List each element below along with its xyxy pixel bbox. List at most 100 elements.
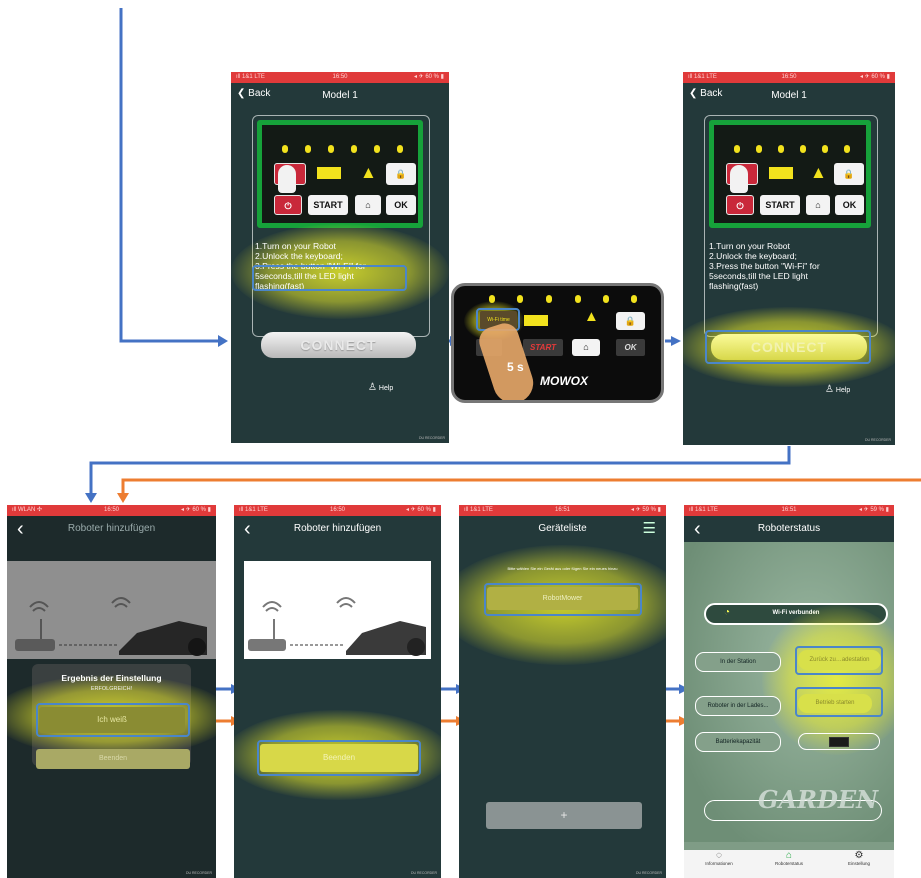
bottom-tab-bar: ◌ Informationen ⌂ Roboterstatus ⚙ Einste… (684, 850, 894, 878)
router-mower-icon (15, 597, 207, 656)
phone-device-list: ıll 1&1 LTE 16:51 ◂ ✈ 59 % ▮ Geräteliste… (459, 505, 666, 878)
flow-arrow-top (119, 8, 220, 343)
user-icon: ♙ (825, 384, 834, 395)
warning-icon: ▲ (360, 163, 377, 182)
status-bar: ıll 1&1 LTE 16:51 ◂ ✈ 59 % ▮ (684, 505, 894, 516)
tab-informationen[interactable]: ◌ Informationen (684, 850, 754, 878)
lock-key[interactable]: 🔒 (834, 163, 864, 185)
battery-indicator: ◂ ✈ 59 % ▮ (858, 507, 889, 513)
instruction-line: 2.Unlock the keyboard; (709, 251, 797, 261)
beenden-highlight-box (257, 740, 421, 776)
power-key[interactable]: ⏻ (274, 195, 302, 215)
start-highlight-box (795, 687, 883, 717)
lock-key[interactable]: 🔒 (386, 163, 416, 185)
help-label: Help (378, 385, 394, 392)
battery-indicator: ◂ ✈ 60 % ▮ (859, 74, 890, 80)
status-bar: ıll 1&1 LTE 16:50 ◂ ✈ 60 % ▮ (231, 72, 449, 83)
page-title: Roboter hinzufügen (293, 523, 382, 534)
robot-keypad-panel: ▲ 🔒 ⏻ START ⌂ OK (709, 120, 871, 228)
device-highlight-box (484, 583, 642, 616)
recorder-watermark: DU RECORDER (635, 871, 662, 875)
battery-level-pill (798, 733, 880, 750)
instruction-line: 2.Unlock the keyboard; (255, 251, 343, 261)
gear-icon: ⚙ (854, 850, 864, 861)
robot-wifi-illustration (7, 561, 216, 659)
robot-keypad-panel: ▲ 🔒 ⏻ START ⌂ OK (257, 120, 423, 228)
pointing-hand-icon (278, 165, 296, 193)
flow-arrow-orange (121, 478, 921, 494)
power-key[interactable]: ⏻ (726, 195, 754, 215)
nav-bar: ‹ Roboter hinzufügen (7, 516, 216, 542)
add-device-button[interactable]: + (486, 802, 642, 829)
dialog-title: Ergebnis der Einstellung (61, 673, 162, 683)
tab-roboterstatus[interactable]: ⌂ Roboterstatus (754, 850, 824, 878)
recorder-watermark: DU RECORDER (185, 871, 212, 875)
keypad-photo: Wi-Fi time ▲ 🔒 START ⌂ OK 5 s MOWOX (451, 283, 664, 403)
phone-robot-status: ıll 1&1 LTE 16:51 ◂ ✈ 59 % ▮ ‹ Roboterst… (684, 505, 894, 878)
nav-bar: ‹ Roboterstatus (684, 516, 894, 542)
battery-indicator: ◂ ✈ 60 % ▮ (405, 507, 436, 513)
lock-key[interactable]: 🔒 (616, 312, 645, 330)
tab-label: Informationen (705, 861, 733, 866)
page-title: Model 1 (322, 90, 358, 101)
ok-key[interactable]: OK (386, 195, 416, 215)
recorder-watermark: DU RECORDER (418, 436, 445, 440)
recorder-watermark: DU RECORDER (410, 871, 437, 875)
home-key[interactable]: ⌂ (572, 339, 600, 356)
phone-add-robot-finish: ıll 1&1 LTE 16:50 ◂ ✈ 60 % ▮ ‹ Roboter h… (234, 505, 441, 878)
connect-highlight-box (705, 330, 871, 364)
in-station-status: In der Station (695, 652, 781, 672)
page-title: Roboter hinzufügen (67, 523, 156, 534)
battery-capacity-label: Batteriekapazität (695, 732, 781, 752)
pointing-hand-icon (730, 165, 748, 193)
nav-bar: ❮ Back Model 1 (231, 83, 449, 109)
home-icon: ⌂ (785, 850, 793, 861)
phone-setup-step2: ıll 1&1 LTE 16:50 ◂ ✈ 60 % ▮ ❮ Back Mode… (683, 72, 895, 445)
start-key[interactable]: START (760, 195, 800, 215)
tab-label: Roboterstatus (774, 861, 803, 866)
press-duration-label: 5 s (507, 360, 524, 374)
help-link[interactable]: ♙ Help (825, 384, 850, 395)
user-icon: ♙ (368, 382, 377, 393)
page-title: Geräteliste (538, 523, 587, 534)
warning-icon: ▲ (810, 163, 827, 182)
beenden-button[interactable]: Beenden (36, 749, 190, 769)
status-bar: ıll 1&1 LTE 16:50 ◂ ✈ 60 % ▮ (683, 72, 895, 83)
ok-key[interactable]: OK (835, 195, 864, 215)
router-mower-icon (248, 597, 426, 656)
home-key[interactable]: ⌂ (355, 195, 381, 215)
battery-icon (769, 167, 793, 179)
garden-sign: GARDEN (758, 785, 879, 814)
help-label: Help (835, 387, 851, 394)
brand-logo: MOWOX (540, 374, 588, 388)
page-title: Roboterstatus (757, 523, 821, 534)
chat-icon: ◌ (716, 850, 722, 861)
nav-bar: ❮ Back Model 1 (683, 83, 895, 109)
help-link[interactable]: ♙ Help (368, 382, 393, 393)
instruction-line: 1.Turn on your Robot (709, 241, 790, 251)
nav-bar: Geräteliste ☰ (459, 516, 666, 542)
instructions-text: 1.Turn on your Robot 2.Unlock the keyboa… (709, 241, 877, 299)
tab-label: Einstellung (847, 861, 870, 866)
ok-key[interactable]: OK (616, 339, 645, 356)
home-key[interactable]: ⌂ (806, 195, 830, 215)
instruction-line: flashing(fast) (709, 281, 759, 291)
battery-icon (317, 167, 341, 179)
page-title: Model 1 (771, 90, 807, 101)
robot-wifi-illustration (244, 561, 431, 659)
battery-indicator: ◂ ✈ 59 % ▮ (630, 507, 661, 513)
start-key[interactable]: START (308, 195, 348, 215)
start-key[interactable]: START (523, 339, 563, 356)
dialog-status: ERFOLGREICH! (90, 686, 133, 692)
menu-icon[interactable]: ☰ (643, 519, 656, 537)
ich-weiss-highlight-box (36, 703, 190, 737)
nav-bar: ‹ Roboter hinzufügen (234, 516, 441, 542)
battery-indicator: ◂ ✈ 60 % ▮ (413, 74, 444, 80)
phone-add-robot-result: ıll WLAN ✣ 16:50 ◂ ✈ 60 % ▮ ‹ Roboter hi… (7, 505, 216, 878)
flow-arrow-down (89, 446, 791, 494)
return-highlight-box (795, 646, 883, 675)
tab-einstellung[interactable]: ⚙ Einstellung (824, 850, 894, 878)
phone-setup-step1: ıll 1&1 LTE 16:50 ◂ ✈ 60 % ▮ ❮ Back Mode… (231, 72, 449, 443)
warning-icon: ▲ (584, 308, 599, 325)
connect-button[interactable]: CONNECT (261, 332, 416, 358)
